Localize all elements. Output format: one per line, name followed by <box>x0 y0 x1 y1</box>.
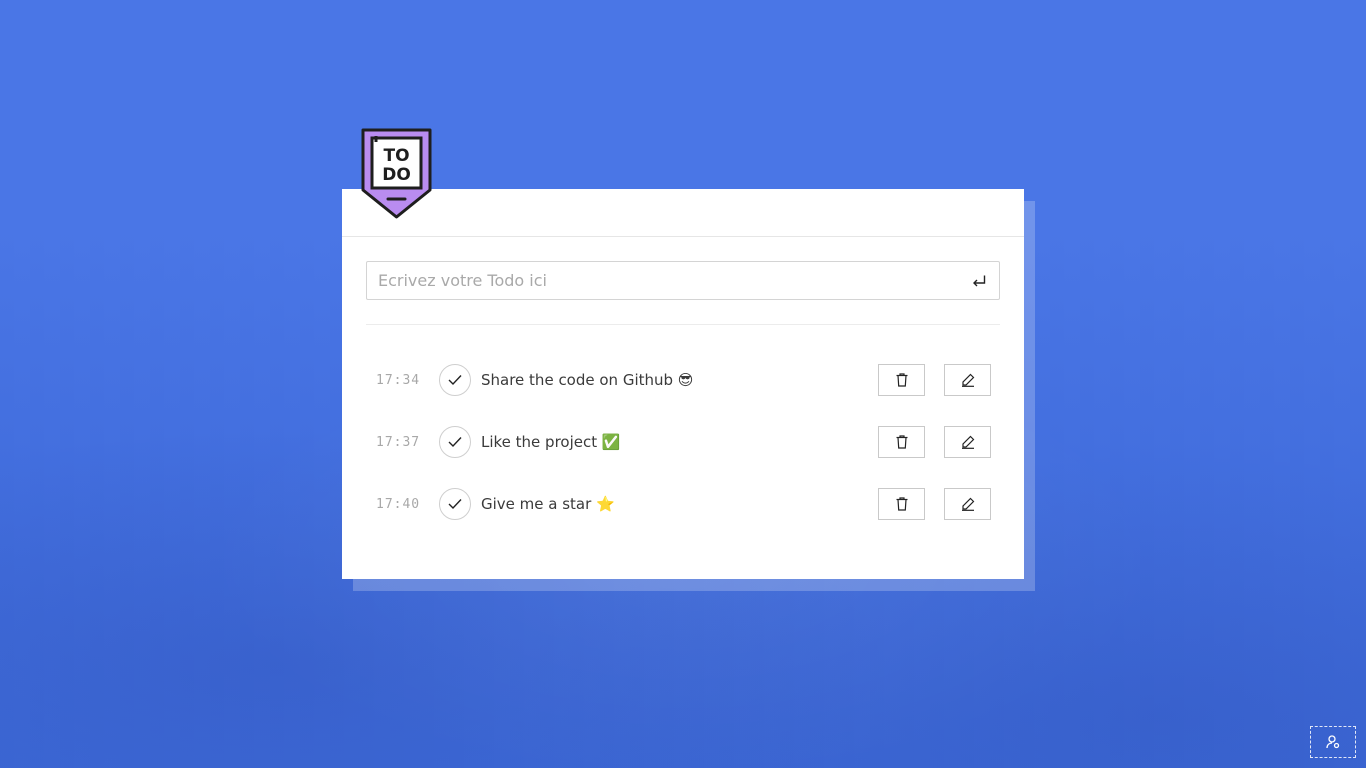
todo-text: Share the code on Github 😎 <box>481 371 694 389</box>
todo-time: 17:40 <box>376 496 421 512</box>
complete-button[interactable] <box>439 364 471 396</box>
delete-button[interactable] <box>878 488 925 520</box>
todo-logo: TO DO <box>361 128 432 219</box>
card-header <box>342 189 1024 237</box>
todo-time: 17:34 <box>376 372 421 388</box>
trash-icon <box>896 435 907 449</box>
complete-button[interactable] <box>439 426 471 458</box>
pencil-icon <box>961 497 974 511</box>
todo-item: 17:40 Give me a star ⭐ <box>366 473 1000 535</box>
todo-text: Like the project ✅ <box>481 433 621 451</box>
edit-button[interactable] <box>944 488 991 520</box>
user-settings-icon <box>1326 735 1340 749</box>
enter-icon[interactable] <box>972 274 986 288</box>
trash-icon <box>896 373 907 387</box>
divider <box>366 324 1000 325</box>
todo-card: 17:34 Share the code on Github 😎 <box>342 189 1024 579</box>
edit-button[interactable] <box>944 364 991 396</box>
check-icon <box>448 375 462 386</box>
todo-item: 17:34 Share the code on Github 😎 <box>366 349 1000 411</box>
logo-text-line2: DO <box>382 165 411 185</box>
todo-input-wrapper <box>366 261 1000 300</box>
todo-input[interactable] <box>367 262 999 299</box>
todo-time: 17:37 <box>376 434 421 450</box>
logo-text-line1: TO <box>383 146 409 166</box>
trash-icon <box>896 497 907 511</box>
todo-text: Give me a star ⭐ <box>481 495 615 513</box>
check-icon <box>448 499 462 510</box>
todo-list: 17:34 Share the code on Github 😎 17:37 L… <box>366 349 1000 535</box>
check-icon <box>448 437 462 448</box>
pencil-icon <box>961 373 974 387</box>
edit-button[interactable] <box>944 426 991 458</box>
delete-button[interactable] <box>878 426 925 458</box>
pencil-icon <box>961 435 974 449</box>
user-settings-button[interactable] <box>1310 726 1356 758</box>
todo-item: 17:37 Like the project ✅ <box>366 411 1000 473</box>
complete-button[interactable] <box>439 488 471 520</box>
delete-button[interactable] <box>878 364 925 396</box>
